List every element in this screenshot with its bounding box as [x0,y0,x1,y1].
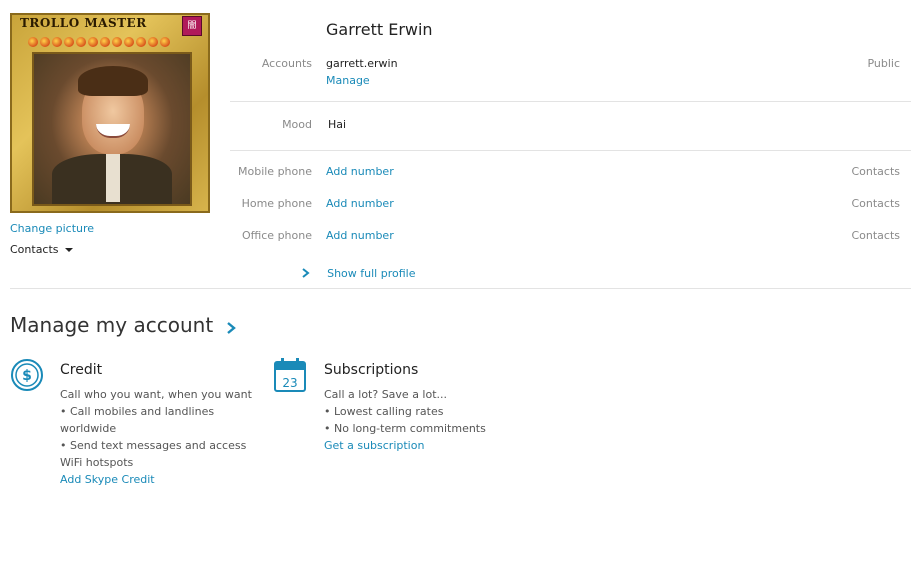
accounts-label: Accounts [261,57,312,70]
star-icon [40,37,50,47]
credit-line: • Call mobiles and landlines [60,405,215,418]
star-icon [148,37,158,47]
star-icon [124,37,134,47]
divider [230,150,911,151]
calendar-day: 23 [282,376,297,390]
photo-tie [106,154,120,202]
divider [10,288,911,289]
photo-hair [78,66,148,96]
credit-line: WiFi hotspots [60,456,134,469]
manage-account-title: Manage my account [10,313,214,337]
subscriptions-line: • Lowest calling rates [324,405,444,418]
caret-down-icon [65,248,74,252]
show-full-profile-button[interactable]: Show full profile [302,262,415,281]
accounts-visibility[interactable]: Public [800,57,900,70]
contacts-dropdown-label: Contacts [10,243,59,256]
mood-label: Mood [282,118,312,131]
get-subscription-link[interactable]: Get a subscription [324,439,424,452]
mood-value[interactable]: Hai [328,118,346,131]
star-icon [136,37,146,47]
office-phone-label: Office phone [241,229,312,242]
add-skype-credit-link[interactable]: Add Skype Credit [60,473,155,486]
office-add-number-link[interactable]: Add number [326,229,394,242]
svg-text:$: $ [22,368,32,384]
card-stars [28,37,170,49]
profile-name: Garrett Erwin [326,20,433,39]
credit-line: Call who you want, when you want [60,388,252,401]
profile-picture[interactable]: TROLLO MASTER 闇 [10,13,210,213]
card-badge: 闇 [182,16,202,36]
subscriptions-title: Subscriptions [324,362,419,378]
card-photo [32,52,192,206]
star-icon [88,37,98,47]
subscriptions-line: Call a lot? Save a lot... [324,388,448,401]
contacts-dropdown[interactable]: Contacts [10,243,74,256]
mobile-visibility[interactable]: Contacts [800,165,900,178]
subscriptions-description: Call a lot? Save a lot... • Lowest calli… [324,386,544,437]
star-icon [100,37,110,47]
star-icon [112,37,122,47]
credit-title: Credit [60,362,103,378]
manage-account-heading[interactable]: Manage my account [10,313,237,337]
star-icon [28,37,38,47]
home-phone-label: Home phone [241,197,312,210]
card-title: TROLLO MASTER [20,16,147,30]
dollar-circle-icon: $ [11,359,43,391]
home-visibility[interactable]: Contacts [800,197,900,210]
account-value: garrett.erwin [326,57,398,70]
chevron-right-icon [302,267,310,278]
calendar-icon: 23 [274,358,306,392]
home-add-number-link[interactable]: Add number [326,197,394,210]
star-icon [76,37,86,47]
credit-description: Call who you want, when you want • Call … [60,386,260,471]
change-picture-link[interactable]: Change picture [10,222,94,235]
credit-line: worldwide [60,422,117,435]
subscriptions-line: • No long-term commitments [324,422,486,435]
chevron-right-icon [227,321,237,334]
office-visibility[interactable]: Contacts [800,229,900,242]
mobile-phone-label: Mobile phone [237,165,312,178]
credit-line: • Send text messages and access [60,439,247,452]
divider [230,101,911,102]
manage-link[interactable]: Manage [326,74,370,87]
star-icon [64,37,74,47]
star-icon [52,37,62,47]
star-icon [160,37,170,47]
show-full-profile-label: Show full profile [327,267,416,280]
mobile-add-number-link[interactable]: Add number [326,165,394,178]
